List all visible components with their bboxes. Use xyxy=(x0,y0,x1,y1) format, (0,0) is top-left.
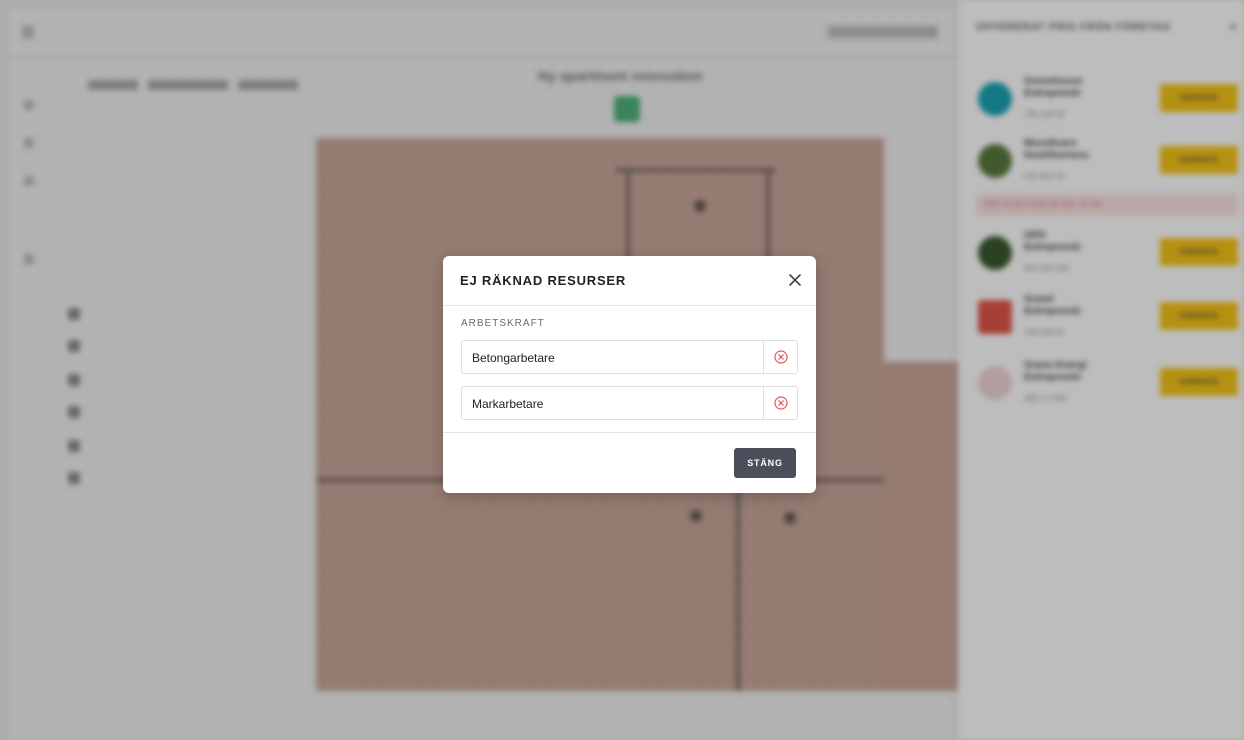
dialog-divider xyxy=(443,432,816,433)
unaccounted-resources-dialog: EJ RÄKNAD RESURSER ARBETSKRAFT Betongarb… xyxy=(443,256,816,493)
close-icon[interactable] xyxy=(784,269,806,291)
resource-name: Markarbetare xyxy=(472,397,544,411)
remove-circle-icon[interactable] xyxy=(763,387,797,419)
dialog-title: EJ RÄKNAD RESURSER xyxy=(460,273,627,288)
stang-button[interactable]: STÄNG xyxy=(734,448,796,478)
remove-circle-icon[interactable] xyxy=(763,341,797,373)
resource-item: Betongarbetare xyxy=(461,340,798,374)
dialog-header: EJ RÄKNAD RESURSER xyxy=(443,256,816,306)
section-label-arbetskraft: ARBETSKRAFT xyxy=(461,318,545,329)
resource-name: Betongarbetare xyxy=(472,351,555,365)
resource-item: Markarbetare xyxy=(461,386,798,420)
